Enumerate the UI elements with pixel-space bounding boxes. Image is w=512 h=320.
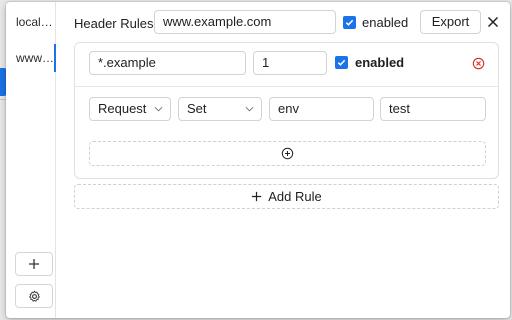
modification-action-value: Set [187,101,207,116]
add-rule-button[interactable]: Add Rule [74,184,499,209]
priority-input[interactable]: 1 [253,51,327,75]
extension-popup: local… www… Header Rules www.example.com… [6,2,510,318]
rule-enabled-label: enabled [355,55,405,70]
card-divider [74,86,499,87]
export-button[interactable]: Export [420,10,481,34]
modification-type-select[interactable]: Request [89,97,171,121]
rule-enabled-checkbox[interactable] [335,56,348,69]
chevron-down-icon [154,106,163,112]
remove-circle-icon[interactable] [472,57,485,70]
sidebar-item-localhost[interactable]: local… [6,8,56,36]
add-rule-label: Add Rule [268,189,322,204]
modification-action-select[interactable]: Set [178,97,262,121]
add-profile-button[interactable] [15,252,53,276]
sidebar: local… www… [6,2,56,318]
add-modification-button[interactable] [89,141,486,166]
chevron-down-icon [245,106,254,112]
settings-button[interactable] [15,284,53,308]
header-value-input[interactable]: test [380,97,486,121]
gear-icon [28,290,40,302]
plus-circle-icon [281,147,294,160]
page-title: Header Rules [74,16,154,31]
header-enabled-checkbox[interactable] [343,16,356,29]
plus-icon [29,259,39,269]
check-icon [345,19,354,26]
domain-input[interactable]: www.example.com [154,10,336,34]
check-icon [337,59,346,66]
close-icon[interactable] [485,14,501,30]
header-name-input[interactable]: env [269,97,374,121]
modification-type-value: Request [98,101,147,116]
header-enabled-label: enabled [362,15,409,30]
sidebar-item-www[interactable]: www… [6,44,56,72]
plus-icon [252,191,262,202]
url-pattern-input[interactable]: *.example [89,51,246,75]
